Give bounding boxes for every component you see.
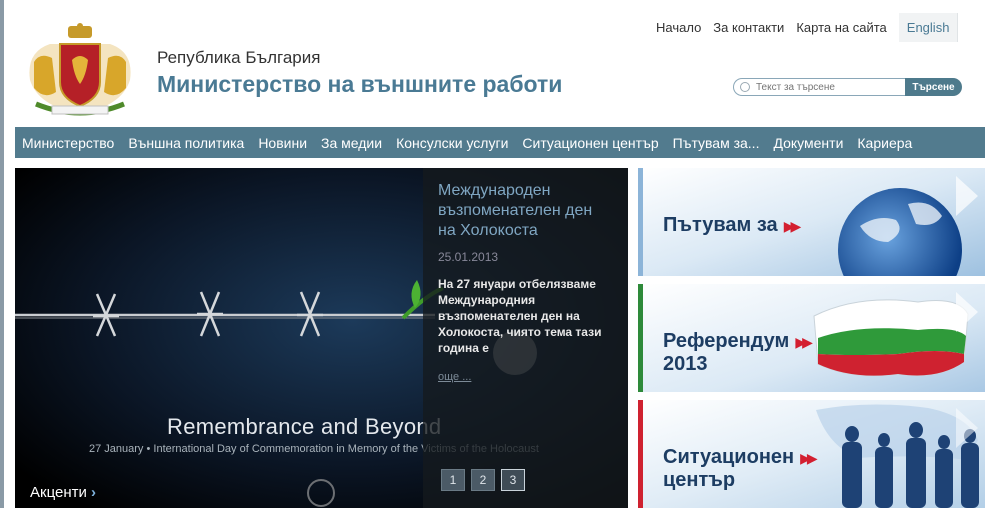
- banner-travel-text: Пътувам за: [663, 214, 778, 236]
- banner-travel-label: Пътувам за ▶▶: [663, 214, 801, 237]
- banner-referendum[interactable]: Референдум ▶▶ 2013: [638, 284, 985, 392]
- topnav-home-link[interactable]: Начало: [656, 20, 701, 35]
- banner-referendum-label: Референдум ▶▶ 2013: [663, 330, 813, 375]
- banner-referendum-year: 2013: [663, 353, 708, 375]
- nav-ministry[interactable]: Министерство: [22, 135, 114, 151]
- nav-media[interactable]: За медии: [321, 135, 382, 151]
- slider-page-2[interactable]: 2: [471, 469, 495, 491]
- slider-page-1[interactable]: 1: [441, 469, 465, 491]
- slide-caption: Remembrance and Beyond: [167, 414, 442, 439]
- language-switch-english[interactable]: English: [898, 12, 959, 42]
- nav-consular-services[interactable]: Консулски услуги: [396, 135, 508, 151]
- slide-summary: На 27 януари отбелязваме Международния в…: [438, 277, 602, 355]
- banner-situation-text-2: център: [663, 469, 736, 491]
- search-box: [733, 78, 905, 96]
- banner-situation-center[interactable]: Ситуационен ▶▶ център: [638, 400, 985, 508]
- country-name: Република България: [157, 48, 321, 67]
- nav-documents[interactable]: Документи: [773, 135, 843, 151]
- search-button[interactable]: Търсене: [905, 78, 962, 96]
- topnav-contacts-link[interactable]: За контакти: [713, 20, 784, 35]
- slider-page-3[interactable]: 3: [501, 469, 525, 491]
- nav-career[interactable]: Кариера: [857, 135, 912, 151]
- ministry-title[interactable]: Министерство на външните работи: [157, 71, 562, 98]
- search-bar: Търсене: [733, 78, 962, 96]
- top-navigation: Начало За контакти Карта на сайта Englis…: [656, 12, 959, 42]
- banner-situation-text: Ситуационен: [663, 446, 795, 468]
- search-icon: [740, 82, 750, 92]
- double-arrow-icon: ▶▶: [800, 450, 817, 466]
- topnav-sitemap-link[interactable]: Карта на сайта: [796, 20, 886, 35]
- banner-situation-label: Ситуационен ▶▶ център: [663, 446, 818, 491]
- coat-of-arms-logo[interactable]: [22, 22, 138, 118]
- banner-travel[interactable]: Пътувам за ▶▶: [638, 168, 985, 276]
- window-edge: [0, 0, 4, 508]
- nav-travel[interactable]: Пътувам за...: [673, 135, 760, 151]
- double-arrow-icon: ▶▶: [783, 218, 801, 234]
- accents-label[interactable]: Акценти ›: [30, 484, 96, 501]
- accents-text: Акценти: [30, 484, 87, 501]
- nav-news[interactable]: Новини: [258, 135, 307, 151]
- nav-situation-center[interactable]: Ситуационен център: [522, 135, 658, 151]
- nav-foreign-policy[interactable]: Външна политика: [128, 135, 244, 151]
- main-navigation: Министерство Външна политика Новини За м…: [15, 127, 985, 158]
- banner-referendum-text: Референдум: [663, 330, 790, 352]
- news-slider[interactable]: Remembrance and Beyond 27 January • Inte…: [15, 168, 628, 508]
- page: Република България Министерство на външн…: [0, 0, 993, 508]
- chevron-right-icon: ›: [91, 484, 97, 501]
- slide-text-panel: Международен възпоменателен ден на Холок…: [423, 168, 628, 508]
- search-input[interactable]: [756, 81, 896, 93]
- slide-more-link[interactable]: още ...: [438, 371, 471, 383]
- slide-date: 25.01.2013: [438, 250, 499, 264]
- double-arrow-icon: ▶▶: [795, 334, 812, 350]
- slider-pager: 1 2 3: [441, 469, 531, 491]
- slide-title[interactable]: Международен възпоменателен ден на Холок…: [438, 181, 613, 241]
